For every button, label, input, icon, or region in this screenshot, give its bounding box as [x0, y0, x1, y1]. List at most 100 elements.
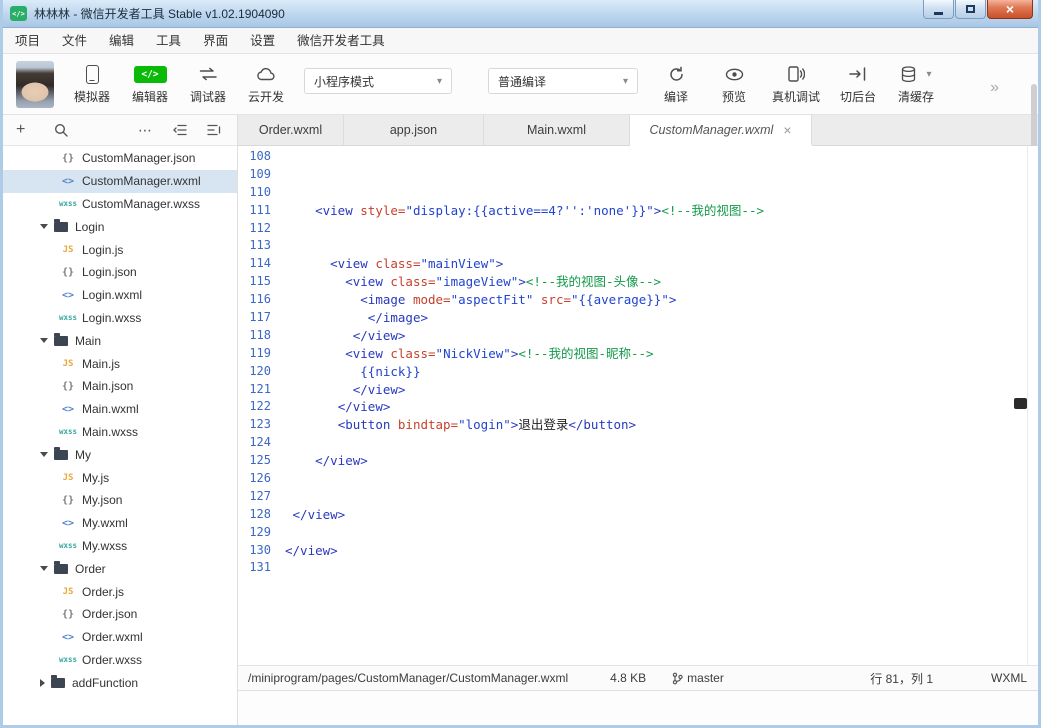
tree-item-My.wxml[interactable]: <> My.wxml: [0, 512, 237, 535]
tree-item-My.json[interactable]: {} My.json: [0, 489, 237, 512]
toolbar: 模拟器 </> 编辑器 调试器 云开发 小程序模式 ▾ 普通编译 ▾ 编译 预览…: [0, 54, 1041, 115]
tree-item-CustomManager.json[interactable]: {} CustomManager.json: [0, 147, 237, 170]
collapse-arrow-icon[interactable]: [40, 224, 48, 230]
code-line-114: 114 <view class="mainView">: [238, 255, 1041, 273]
code-line-content: </view>: [285, 542, 338, 558]
wxml-file-icon: <>: [61, 403, 75, 415]
refresh-icon: [668, 63, 685, 85]
file-explorer: + ⋯ {} CustomManager.json <> CustomManag…: [0, 84, 1037, 728]
code-line-content: </view>: [352, 381, 406, 397]
mode-select[interactable]: 小程序模式 ▾: [304, 68, 452, 94]
git-branch-indicator[interactable]: master: [672, 671, 724, 685]
tab-Order.wxml[interactable]: Order.wxml: [238, 115, 344, 145]
user-avatar[interactable]: [16, 61, 54, 108]
clear-cache-button[interactable]: ▾ 清缓存: [896, 61, 936, 105]
tree-item-CustomManager.wxss[interactable]: wxss CustomManager.wxss: [0, 193, 237, 216]
tree-item-Order.js[interactable]: JS Order.js: [0, 580, 237, 603]
editor-toggle-button[interactable]: </> 编辑器: [130, 61, 170, 105]
tab-close-icon[interactable]: ×: [783, 123, 791, 137]
tree-item-Login.wxss[interactable]: wxss Login.wxss: [0, 307, 237, 330]
real-device-label: 真机调试: [772, 90, 821, 104]
menu-item-2[interactable]: 编辑: [98, 28, 145, 54]
tree-item-My[interactable]: My: [0, 443, 237, 466]
tree-item-addFunction[interactable]: addFunction: [0, 671, 237, 694]
tree-item-Main.wxml[interactable]: <> Main.wxml: [0, 398, 237, 421]
simulator-toggle-button[interactable]: 模拟器: [72, 61, 112, 105]
debugger-label: 调试器: [189, 90, 226, 104]
more-actions-icon[interactable]: ⋯: [138, 122, 153, 139]
wxss-file-icon: wxss: [58, 541, 78, 551]
open-editors-icon[interactable]: [207, 124, 221, 136]
collapse-arrow-icon[interactable]: [40, 566, 48, 572]
tree-item-Order.wxml[interactable]: <> Order.wxml: [0, 626, 237, 649]
code-line-122: 122 </view>: [238, 398, 1041, 416]
tree-item-Order.wxss[interactable]: wxss Order.wxss: [0, 649, 237, 672]
folder-icon: [51, 674, 65, 688]
menubar: 项目 文件 编辑 工具 界面 设置 微信开发者工具: [0, 28, 1041, 54]
line-number: 131: [249, 560, 271, 575]
tree-item-Main.json[interactable]: {} Main.json: [0, 375, 237, 398]
code-line-128: 128 </view>: [238, 506, 1041, 524]
cursor-position[interactable]: 行 81，列 1: [870, 670, 933, 687]
compile-button[interactable]: 编译: [656, 61, 696, 105]
collapse-arrow-icon[interactable]: [40, 338, 48, 344]
minimize-button[interactable]: [923, 0, 954, 19]
tree-item-Login.js[interactable]: JS Login.js: [0, 238, 237, 261]
tree-item-Main.wxss[interactable]: wxss Main.wxss: [0, 421, 237, 444]
real-device-debug-button[interactable]: 真机调试: [772, 61, 820, 105]
search-icon[interactable]: [54, 123, 68, 137]
toolbar-overflow-chevron-icon[interactable]: »: [990, 79, 999, 97]
tree-item-My.wxss[interactable]: wxss My.wxss: [0, 535, 237, 558]
cloud-dev-button[interactable]: 云开发: [246, 61, 286, 105]
compile-label: 编译: [663, 90, 688, 104]
tree-item-CustomManager.wxml[interactable]: <> CustomManager.wxml: [0, 169, 237, 193]
new-file-plus-icon[interactable]: +: [16, 122, 32, 138]
menu-item-1[interactable]: 文件: [51, 28, 98, 54]
tab-Main.wxml[interactable]: Main.wxml: [484, 115, 630, 145]
menu-item-5[interactable]: 设置: [239, 28, 286, 54]
tree-item-Login.json[interactable]: {} Login.json: [0, 261, 237, 284]
tree-item-My.js[interactable]: JS My.js: [0, 466, 237, 489]
tree-item-Order[interactable]: Order: [0, 557, 237, 580]
code-line-125: 125 </view>: [238, 452, 1041, 470]
collapse-all-icon[interactable]: [173, 124, 187, 136]
code-line-content: </view>: [315, 453, 368, 469]
menu-item-0[interactable]: 项目: [4, 28, 51, 54]
language-mode[interactable]: WXML: [991, 671, 1027, 685]
line-number: 120: [249, 363, 271, 378]
tree-item-Main[interactable]: Main: [0, 329, 237, 352]
compile-mode-select[interactable]: 普通编译 ▾: [488, 68, 638, 94]
titlebar: </> 林林林 - 微信开发者工具 Stable v1.02.1904090 ×: [0, 0, 1041, 28]
menu-item-3[interactable]: 工具: [145, 28, 192, 54]
code-line-121: 121 </view>: [238, 381, 1041, 399]
maximize-button[interactable]: [955, 0, 986, 19]
tree-item-Login[interactable]: Login: [0, 215, 237, 238]
tab-app.json[interactable]: app.json: [344, 115, 484, 145]
line-number: 117: [249, 310, 271, 325]
close-button[interactable]: ×: [987, 0, 1033, 19]
line-number: 128: [249, 506, 271, 521]
preview-button[interactable]: 预览: [714, 61, 754, 105]
tree-item-Login.wxml[interactable]: <> Login.wxml: [0, 284, 237, 307]
code-editor[interactable]: 108 109 110 111 <view style="display:{{acti…: [238, 146, 1041, 665]
tree-item-label: CustomManager.wxml: [82, 174, 201, 189]
menu-item-6[interactable]: 微信开发者工具: [286, 28, 396, 54]
editor-scrollbar-thumb[interactable]: [1014, 398, 1027, 409]
menu-item-4[interactable]: 界面: [192, 28, 239, 54]
tree-item-Order.json[interactable]: {} Order.json: [0, 603, 237, 626]
explorer-header: + ⋯: [0, 115, 237, 146]
tree-item-Main.js[interactable]: JS Main.js: [0, 352, 237, 375]
switch-background-button[interactable]: 切后台: [838, 61, 878, 105]
tab-CustomManager.wxml[interactable]: CustomManager.wxml ×: [630, 115, 812, 145]
tree-item-label: Login.wxml: [82, 288, 143, 303]
app-window: </> 林林林 - 微信开发者工具 Stable v1.02.1904090 ×…: [0, 0, 1041, 728]
debugger-toggle-button[interactable]: 调试器: [188, 61, 228, 105]
expand-arrow-icon[interactable]: [40, 678, 45, 687]
code-line-120: 120 {{nick}}: [238, 363, 1041, 381]
line-number: 126: [249, 471, 271, 486]
collapse-arrow-icon[interactable]: [40, 452, 48, 458]
wxml-file-icon: <>: [61, 517, 75, 529]
window-controls: ×: [923, 0, 1033, 19]
app-logo-icon: </>: [10, 6, 27, 21]
file-tree: {} CustomManager.json <> CustomManager.wxml…: [0, 146, 237, 728]
